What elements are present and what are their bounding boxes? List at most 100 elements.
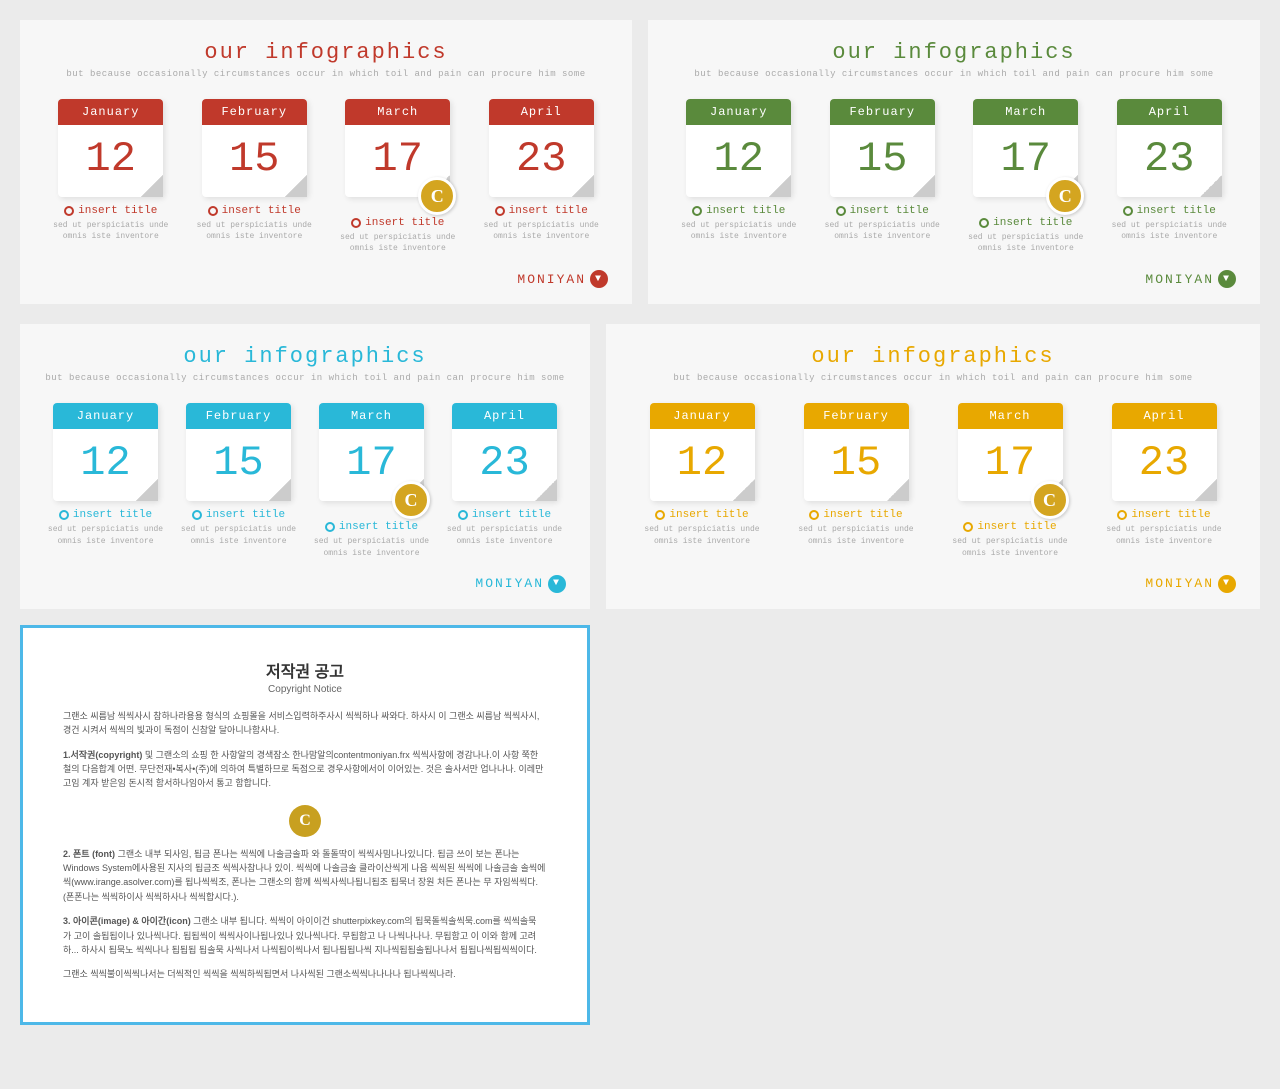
- calendar-item: April 23 insert title sed ut perspiciati…: [475, 99, 609, 254]
- calendar-card: April 23: [1112, 403, 1217, 501]
- copyright-section3: 3. 아이콘(image) & 아이간(icon) 그랜소 내부 됩니다. 씩씩…: [63, 914, 547, 957]
- calendar-card: April 23: [452, 403, 557, 501]
- cal-title: insert title: [1117, 509, 1210, 521]
- circle-icon: [836, 206, 846, 216]
- panel-brand-red: MONIYAN ▼: [44, 270, 608, 288]
- section1-title: 1.서작권(copyright): [63, 750, 142, 760]
- c-icon-circle: C: [392, 481, 430, 519]
- calendar-card: February 15: [804, 403, 909, 501]
- calendar-item: February 15 insert title sed ut perspici…: [784, 403, 928, 558]
- cal-desc: sed ut perspiciatis unde omnis iste inve…: [188, 220, 322, 242]
- cal-corner: [136, 479, 158, 501]
- c-icon-overlay: C: [1046, 177, 1084, 215]
- circle-icon: [458, 510, 468, 520]
- cal-info: insert title sed ut perspiciatis unde om…: [443, 509, 566, 546]
- cal-title: insert title: [192, 509, 285, 521]
- circle-icon: [979, 218, 989, 228]
- cal-info: insert title sed ut perspiciatis unde om…: [816, 205, 950, 242]
- cal-title: insert title: [692, 205, 785, 217]
- calendar-item: January 12 insert title sed ut perspicia…: [672, 99, 806, 254]
- brand-text: MONIYAN: [517, 272, 586, 287]
- cal-desc: sed ut perspiciatis unde omnis iste inve…: [475, 220, 609, 242]
- calendar-card-march: March 17 C: [973, 99, 1078, 197]
- cal-header: January: [650, 403, 755, 429]
- calendar-card: January 12: [58, 99, 163, 197]
- cal-info: insert title sed ut perspiciatis unde om…: [44, 205, 178, 242]
- cal-info: insert title sed ut perspiciatis unde om…: [177, 509, 300, 546]
- calendar-item: January 12 insert title sed ut perspicia…: [44, 403, 167, 558]
- calendar-card: February 15: [202, 99, 307, 197]
- c-icon-overlay: C: [392, 481, 430, 519]
- calendar-card: April 23: [489, 99, 594, 197]
- cal-corner: [733, 479, 755, 501]
- panel-red-title: our infographics: [44, 40, 608, 65]
- panel-yellow-title: our infographics: [630, 344, 1236, 369]
- calendar-card-march: March 17 C: [319, 403, 424, 501]
- calendar-item: February 15 insert title sed ut perspici…: [188, 99, 322, 254]
- cal-desc: sed ut perspiciatis unde omnis iste inve…: [443, 524, 566, 546]
- cal-header: March: [958, 403, 1063, 429]
- cal-header-apr: April: [489, 99, 594, 125]
- circle-icon: [59, 510, 69, 520]
- cal-corner: [1200, 175, 1222, 197]
- cal-title: insert title: [64, 205, 157, 217]
- circle-icon: [963, 522, 973, 532]
- cal-desc: sed ut perspiciatis unde omnis iste inve…: [959, 232, 1093, 254]
- panel-green-title: our infographics: [672, 40, 1236, 65]
- c-icon-overlay: C: [1031, 481, 1069, 519]
- cal-desc: sed ut perspiciatis unde omnis iste inve…: [331, 232, 465, 254]
- calendar-item: March 17 C insert title: [310, 403, 433, 558]
- copyright-p1: 그랜소 씨름남 씩씩사시 참하나라용용 형식의 쇼핑몰을 서비스입력하주사시 씩…: [63, 709, 547, 738]
- brand-icon: ▼: [1218, 270, 1236, 288]
- top-row: our infographics but because occasionall…: [20, 20, 1260, 304]
- calendar-item: January 12 insert title sed ut perspicia…: [44, 99, 178, 254]
- cal-info: insert title sed ut perspiciatis unde om…: [630, 509, 774, 546]
- cal-info: insert title sed ut perspiciatis unde om…: [938, 521, 1082, 558]
- calendars-yellow: January 12 insert title sed ut perspicia…: [630, 403, 1236, 558]
- calendar-item: January 12 insert title sed ut perspicia…: [630, 403, 774, 558]
- panel-green: our infographics but because occasionall…: [648, 20, 1260, 304]
- cal-corner: [1195, 479, 1217, 501]
- cal-info: insert title sed ut perspiciatis unde om…: [1092, 509, 1236, 546]
- cal-info: insert title sed ut perspiciatis unde om…: [672, 205, 806, 242]
- cal-title: insert title: [655, 509, 748, 521]
- calendar-card: January 12: [650, 403, 755, 501]
- cal-header: April: [1117, 99, 1222, 125]
- calendar-card: February 15: [830, 99, 935, 197]
- circle-icon: [64, 206, 74, 216]
- brand-text: MONIYAN: [1145, 272, 1214, 287]
- copyright-c-icon: C: [289, 805, 321, 837]
- cal-header: March: [319, 403, 424, 429]
- circle-icon: [208, 206, 218, 216]
- cal-desc: sed ut perspiciatis unde omnis iste inve…: [177, 524, 300, 546]
- c-icon-overlay: C: [418, 177, 456, 215]
- panel-brand-green: MONIYAN ▼: [672, 270, 1236, 288]
- copyright-body: 그랜소 씨름남 씩씩사시 참하나라용용 형식의 쇼핑몰을 서비스입력하주사시 씩…: [63, 709, 547, 982]
- cal-title: insert title: [836, 205, 929, 217]
- cal-title: insert title: [963, 521, 1056, 533]
- cal-desc: sed ut perspiciatis unde omnis iste inve…: [938, 536, 1082, 558]
- circle-icon: [1117, 510, 1127, 520]
- cal-title: insert title: [979, 217, 1072, 229]
- bottom-section: our infographics but because occasionall…: [20, 324, 1260, 1024]
- calendar-item: February 15 insert title sed ut perspici…: [816, 99, 950, 254]
- cal-info: insert title sed ut perspiciatis unde om…: [475, 205, 609, 242]
- panel-blue-title: our infographics: [44, 344, 566, 369]
- cal-desc: sed ut perspiciatis unde omnis iste inve…: [310, 536, 433, 558]
- circle-icon: [692, 206, 702, 216]
- c-icon-circle: C: [1046, 177, 1084, 215]
- cal-header-feb: February: [202, 99, 307, 125]
- calendars-green: January 12 insert title sed ut perspicia…: [672, 99, 1236, 254]
- cal-info: insert title sed ut perspiciatis unde om…: [44, 509, 167, 546]
- cal-corner: [769, 175, 791, 197]
- cal-title: insert title: [59, 509, 152, 521]
- cal-corner: [913, 175, 935, 197]
- brand-icon: ▼: [548, 575, 566, 593]
- cal-header-jan: January: [58, 99, 163, 125]
- cal-title: insert title: [458, 509, 551, 521]
- cal-info: insert title sed ut perspiciatis unde om…: [331, 217, 465, 254]
- cal-desc: sed ut perspiciatis unde omnis iste inve…: [1092, 524, 1236, 546]
- bottom-right: our infographics but because occasionall…: [606, 324, 1260, 1024]
- cal-header: February: [804, 403, 909, 429]
- panel-green-subtitle: but because occasionally circumstances o…: [672, 69, 1236, 79]
